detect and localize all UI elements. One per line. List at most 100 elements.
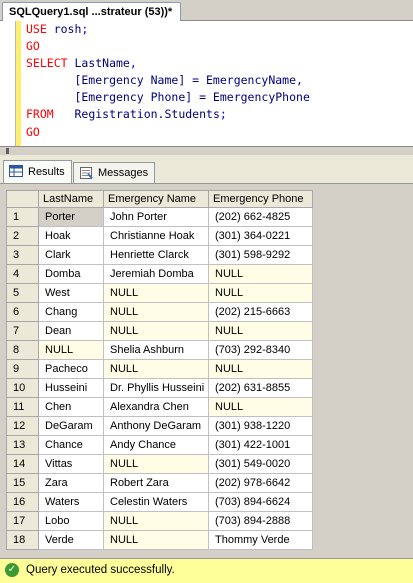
grid-cell[interactable]: (703) 292-8340 [208, 340, 313, 360]
table-row[interactable]: 18 Verde NULL Thommy Verde [6, 530, 313, 550]
row-number[interactable]: 11 [6, 397, 39, 417]
row-number[interactable]: 14 [6, 454, 39, 474]
grid-cell[interactable]: West [38, 283, 104, 303]
grid-cell[interactable]: (301) 598-9292 [208, 245, 313, 265]
grid-cell[interactable]: NULL [103, 321, 209, 341]
column-header-lastname[interactable]: LastName [38, 190, 104, 208]
table-row[interactable]: 1 Porter John Porter (202) 662-4825 [6, 207, 313, 227]
row-number[interactable]: 3 [6, 245, 39, 265]
code-line[interactable]: GO [26, 124, 310, 141]
grid-cell[interactable]: NULL [103, 283, 209, 303]
grid-cell[interactable]: Andy Chance [103, 435, 209, 455]
grid-cell[interactable]: Alexandra Chen [103, 397, 209, 417]
row-number[interactable]: 5 [6, 283, 39, 303]
row-number[interactable]: 7 [6, 321, 39, 341]
row-number[interactable]: 16 [6, 492, 39, 512]
grid-cell[interactable]: Shelia Ashburn [103, 340, 209, 360]
grid-cell[interactable]: Domba [38, 264, 104, 284]
grid-cell[interactable]: Henriette Clarck [103, 245, 209, 265]
grid-cell[interactable]: Verde [38, 530, 104, 550]
document-tab[interactable]: SQLQuery1.sql ...strateur (53))* [2, 2, 182, 21]
table-row[interactable]: 16 Waters Celestin Waters (703) 894-6624 [6, 492, 313, 512]
code-line[interactable]: [Emergency Phone] = EmergencyPhone [26, 89, 309, 106]
grid-cell[interactable]: Dean [38, 321, 104, 341]
code-line[interactable]: SELECT LastName, [26, 55, 310, 72]
row-number[interactable]: 4 [6, 264, 39, 284]
table-row[interactable]: 6 Chang NULL (202) 215-6663 [6, 302, 313, 322]
grid-cell[interactable]: NULL [103, 454, 209, 474]
column-header-emergency-name[interactable]: Emergency Name [103, 190, 209, 208]
grid-cell[interactable]: NULL [103, 359, 209, 379]
code-line[interactable]: USE rosh; [26, 21, 310, 38]
grid-cell[interactable]: NULL [103, 511, 209, 531]
grid-cell[interactable]: DeGaram [38, 416, 104, 436]
grid-cell[interactable]: (202) 631-8855 [208, 378, 313, 398]
grid-cell[interactable]: (202) 978-6642 [208, 473, 313, 493]
tab-messages[interactable]: Messages [73, 162, 156, 183]
table-row[interactable]: 17 Lobo NULL (703) 894-2888 [6, 511, 313, 531]
table-row[interactable]: 14 Vittas NULL (301) 549-0020 [6, 454, 313, 474]
query-editor[interactable]: USE rosh; GO SELECT LastName, [Emergency N… [0, 21, 413, 147]
grid-cell[interactable]: (301) 938-1220 [208, 416, 313, 436]
code-line[interactable]: GO [26, 38, 310, 55]
table-row[interactable]: 7 Dean NULL NULL [6, 321, 313, 341]
code-line[interactable]: [Emergency Name] = EmergencyName, [26, 72, 310, 89]
grid-cell[interactable]: Robert Zara [103, 473, 209, 493]
row-number[interactable]: 6 [6, 302, 39, 322]
row-number[interactable]: 1 [6, 207, 39, 227]
grid-cell[interactable]: NULL [103, 302, 209, 322]
grid-cell[interactable]: Jeremiah Domba [103, 264, 209, 284]
row-number[interactable]: 13 [6, 435, 39, 455]
table-row[interactable]: 10 Husseini Dr. Phyllis Husseini (202) 631-… [6, 378, 313, 398]
grid-cell[interactable]: (301) 422-1001 [208, 435, 313, 455]
grid-cell[interactable]: Lobo [38, 511, 104, 531]
grid-cell[interactable]: NULL [38, 340, 104, 360]
grid-cell[interactable]: Husseini [38, 378, 104, 398]
row-number[interactable]: 2 [6, 226, 39, 246]
grid-cell[interactable]: NULL [208, 397, 313, 417]
table-row[interactable]: 5 West NULL NULL [6, 283, 313, 303]
results-grid-pane[interactable]: LastName Emergency Name Emergency Phone … [0, 183, 413, 550]
grid-cell[interactable]: John Porter [103, 207, 209, 227]
results-grid[interactable]: LastName Emergency Name Emergency Phone … [6, 190, 313, 550]
column-header-emergency-phone[interactable]: Emergency Phone [208, 190, 313, 208]
row-number[interactable]: 9 [6, 359, 39, 379]
grid-cell[interactable]: NULL [208, 359, 313, 379]
grid-cell[interactable]: Chen [38, 397, 104, 417]
table-row[interactable]: 3 Clark Henriette Clarck (301) 598-9292 [6, 245, 313, 265]
grid-cell[interactable]: Christianne Hoak [103, 226, 209, 246]
grid-cell[interactable]: Celestin Waters [103, 492, 209, 512]
corner-header[interactable] [6, 190, 39, 208]
table-row[interactable]: 8 NULL Shelia Ashburn (703) 292-8340 [6, 340, 313, 360]
grid-cell[interactable]: (703) 894-2888 [208, 511, 313, 531]
grid-cell[interactable]: NULL [208, 321, 313, 341]
grid-cell[interactable]: NULL [208, 283, 313, 303]
row-number[interactable]: 12 [6, 416, 39, 436]
table-row[interactable]: 12 DeGaram Anthony DeGaram (301) 938-1220 [6, 416, 313, 436]
grid-cell[interactable]: (202) 662-4825 [208, 207, 313, 227]
grid-cell[interactable]: Dr. Phyllis Husseini [103, 378, 209, 398]
grid-cell[interactable]: Zara [38, 473, 104, 493]
grid-cell[interactable]: Hoak [38, 226, 104, 246]
row-number[interactable]: 15 [6, 473, 39, 493]
code-line[interactable]: FROM Registration.Students; [26, 106, 310, 123]
grid-cell[interactable]: NULL [103, 530, 209, 550]
grid-cell[interactable]: Porter [38, 207, 104, 227]
grid-cell[interactable]: Chang [38, 302, 104, 322]
grid-cell[interactable]: Anthony DeGaram [103, 416, 209, 436]
table-row[interactable]: 11 Chen Alexandra Chen NULL [6, 397, 313, 417]
grid-cell[interactable]: Pacheco [38, 359, 104, 379]
row-number[interactable]: 18 [6, 530, 39, 550]
grid-cell[interactable]: Waters [38, 492, 104, 512]
grid-cell[interactable]: Thommy Verde [208, 530, 313, 550]
table-row[interactable]: 15 Zara Robert Zara (202) 978-6642 [6, 473, 313, 493]
tab-results[interactable]: Results [3, 160, 72, 183]
grid-cell[interactable]: Vittas [38, 454, 104, 474]
table-row[interactable]: 13 Chance Andy Chance (301) 422-1001 [6, 435, 313, 455]
sql-code[interactable]: USE rosh; GO SELECT LastName, [Emergency N… [26, 21, 310, 141]
grid-cell[interactable]: NULL [208, 264, 313, 284]
grid-cell[interactable]: (301) 549-0020 [208, 454, 313, 474]
table-row[interactable]: 9 Pacheco NULL NULL [6, 359, 313, 379]
grid-cell[interactable]: Chance [38, 435, 104, 455]
grid-cell[interactable]: Clark [38, 245, 104, 265]
